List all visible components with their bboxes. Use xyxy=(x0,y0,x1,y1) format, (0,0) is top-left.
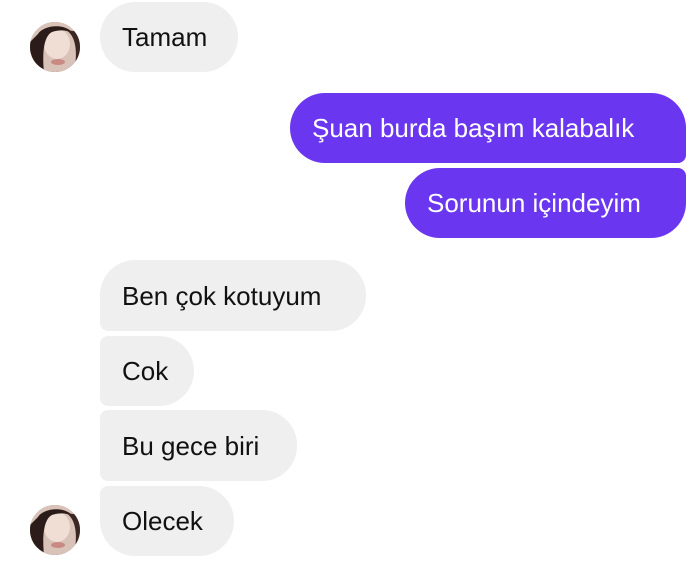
message-bubble-incoming[interactable]: Olecek xyxy=(100,486,234,556)
contact-avatar[interactable] xyxy=(30,22,80,72)
message-bubble-outgoing[interactable]: Şuan burda başım kalabalık xyxy=(290,93,686,163)
message-bubble-incoming[interactable]: Ben çok kotuyum xyxy=(100,260,366,331)
profile-photo-icon xyxy=(30,22,80,72)
message-bubble-incoming[interactable]: Bu gece biri xyxy=(100,410,297,481)
profile-photo-icon xyxy=(30,505,80,555)
message-bubble-incoming[interactable]: Tamam xyxy=(100,2,238,72)
message-text: Cok xyxy=(122,356,169,386)
message-text: Tamam xyxy=(122,22,208,52)
contact-avatar[interactable] xyxy=(30,505,80,555)
message-bubble-outgoing[interactable]: Sorunun içindeyim xyxy=(405,168,686,238)
message-text: Şuan burda başım kalabalık xyxy=(312,113,635,143)
message-text: Ben çok kotuyum xyxy=(122,280,322,311)
message-text: Sorunun içindeyim xyxy=(427,188,641,218)
message-text: Olecek xyxy=(122,506,203,536)
message-text: Bu gece biri xyxy=(122,430,260,461)
message-bubble-incoming[interactable]: Cok xyxy=(100,336,194,406)
